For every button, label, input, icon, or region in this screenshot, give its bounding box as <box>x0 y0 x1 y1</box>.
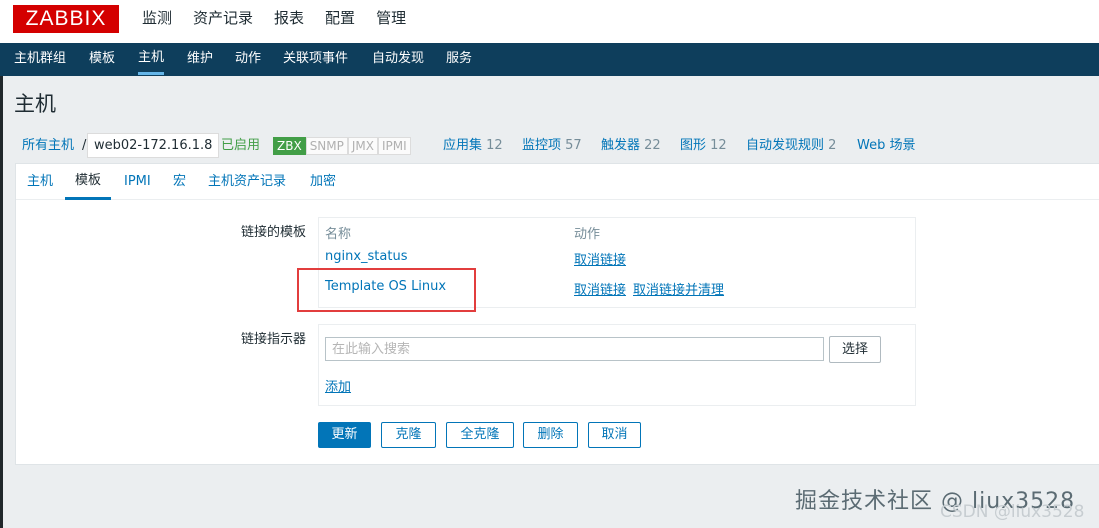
left-edge <box>0 76 3 528</box>
availability-tags: ZBX SNMP JMX IPMI <box>273 137 411 155</box>
main-menu-monitoring[interactable]: 监测 <box>142 0 172 43</box>
sub-menu-actions[interactable]: 动作 <box>235 43 261 75</box>
sub-menu-hosts[interactable]: 主机 <box>138 43 165 75</box>
sub-menu-correlation[interactable]: 关联项事件 <box>283 43 348 75</box>
main-menu-reports[interactable]: 报表 <box>274 0 304 43</box>
main-menu-configuration[interactable]: 配置 <box>325 0 355 50</box>
add-link[interactable]: 添加 <box>325 376 351 395</box>
breadcrumb-all-hosts[interactable]: 所有主机 <box>22 134 74 157</box>
full-clone-button[interactable]: 全克隆 <box>446 422 514 448</box>
host-link-applications[interactable]: 应用集 12 <box>443 134 503 157</box>
update-button[interactable]: 更新 <box>318 422 371 448</box>
sub-menu-templates[interactable]: 模板 <box>89 43 115 75</box>
host-tabs: 主机 模板 IPMI 宏 主机资产记录 加密 <box>16 164 1099 200</box>
cancel-button[interactable]: 取消 <box>588 422 641 448</box>
template-name-nginx-status[interactable]: nginx_status <box>325 249 407 264</box>
ipmi-availability-badge: IPMI <box>378 137 411 155</box>
col-action-header: 动作 <box>574 227 601 242</box>
sub-menu-maintenance[interactable]: 维护 <box>187 43 213 75</box>
sub-menu-services[interactable]: 服务 <box>446 43 472 75</box>
unlink-and-clear-button[interactable]: 取消链接并清理 <box>633 279 724 298</box>
host-link-web-scenarios[interactable]: Web 场景 <box>857 134 915 157</box>
tab-host[interactable]: 主机 <box>27 164 53 200</box>
unlink-button[interactable]: 取消链接 <box>574 249 626 268</box>
breadcrumb-host[interactable]: web02-172.16.1.8 <box>87 133 220 158</box>
delete-button[interactable]: 删除 <box>523 422 578 448</box>
zabbix-logo[interactable]: ZABBIX <box>13 5 119 33</box>
breadcrumb-separator: / <box>82 138 87 153</box>
host-link-triggers[interactable]: 触发器 22 <box>601 134 661 157</box>
main-menu-administration[interactable]: 管理 <box>376 0 406 43</box>
zbx-availability-badge: ZBX <box>273 137 306 155</box>
tab-encryption[interactable]: 加密 <box>310 164 336 200</box>
clone-button[interactable]: 克隆 <box>381 422 436 448</box>
sub-menu-discovery[interactable]: 自动发现 <box>372 43 424 75</box>
tab-ipmi[interactable]: IPMI <box>124 164 151 200</box>
tab-templates[interactable]: 模板 <box>65 164 112 200</box>
watermark-sub: CSDN @liux3528 <box>940 502 1085 522</box>
template-search-input[interactable]: 在此输入搜索 <box>325 337 824 361</box>
tab-inventory[interactable]: 主机资产记录 <box>208 164 286 200</box>
sub-menu-host-groups[interactable]: 主机群组 <box>14 43 66 75</box>
main-menu-inventory[interactable]: 资产记录 <box>193 0 253 43</box>
page-title: 主机 <box>14 92 56 116</box>
host-link-discovery-rules[interactable]: 自动发现规则 2 <box>746 134 836 157</box>
col-name-header: 名称 <box>325 227 352 242</box>
top-bar: ZABBIX 监测 资产记录 报表 配置 管理 <box>0 0 1099 50</box>
select-button[interactable]: 选择 <box>829 336 881 363</box>
host-link-graphs[interactable]: 图形 12 <box>680 134 727 157</box>
tab-macros[interactable]: 宏 <box>173 164 186 200</box>
jmx-availability-badge: JMX <box>347 137 378 155</box>
unlink-button[interactable]: 取消链接 <box>574 279 626 298</box>
link-indicator-label: 链接指示器 <box>241 332 307 347</box>
host-status-enabled[interactable]: 已启用 <box>221 134 260 157</box>
highlight-annotation-box <box>297 268 476 312</box>
host-form-panel: 主机 模板 IPMI 宏 主机资产记录 加密 <box>15 163 1099 465</box>
host-link-items[interactable]: 监控项 57 <box>522 134 582 157</box>
linked-templates-label: 链接的模板 <box>241 225 307 240</box>
main-menu: 监测 资产记录 报表 配置 管理 <box>142 0 427 50</box>
sub-menu: 主机群组 模板 主机 维护 动作 关联项事件 自动发现 服务 <box>0 43 1099 76</box>
snmp-availability-badge: SNMP <box>305 137 348 155</box>
